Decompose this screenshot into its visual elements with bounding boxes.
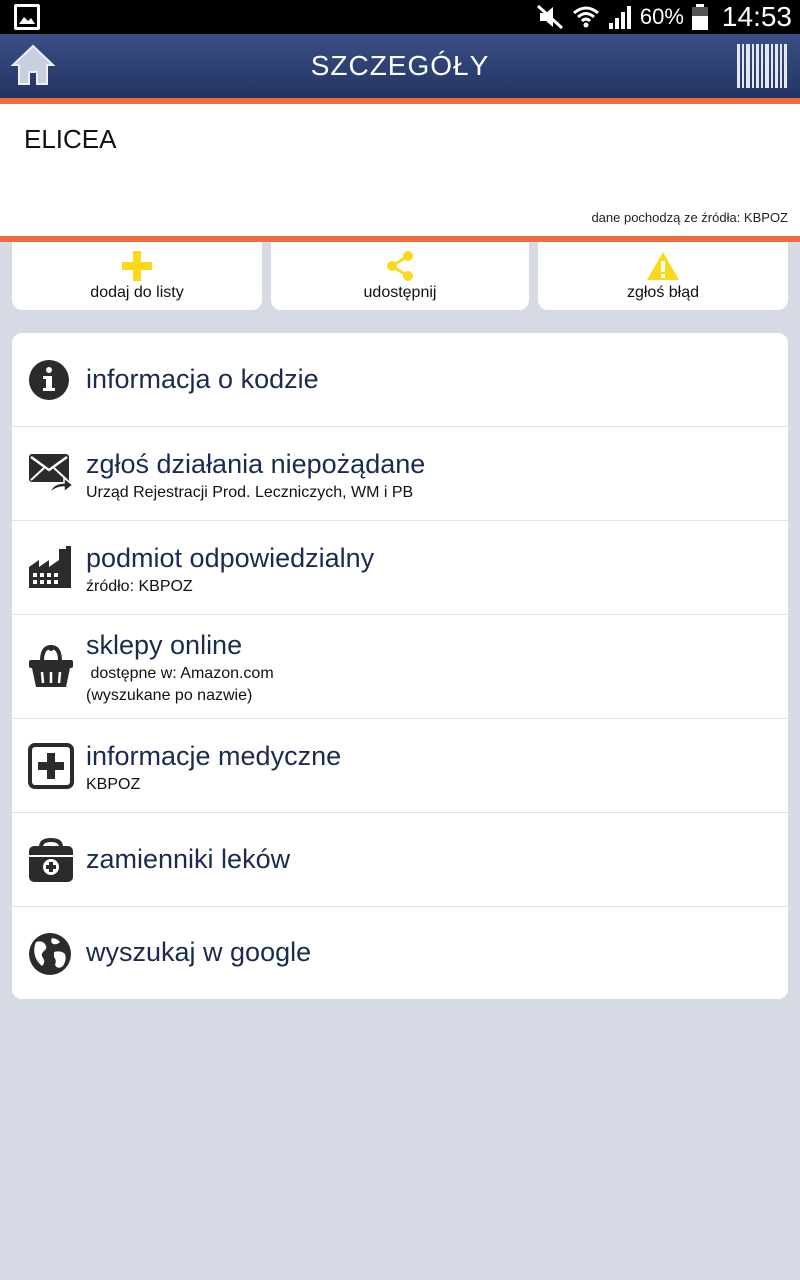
menu-item-title: zgłoś działania niepożądane bbox=[86, 449, 426, 479]
plus-icon bbox=[122, 251, 152, 281]
product-header: ELICEA dane pochodzą ze źródła: KBPOZ bbox=[0, 104, 800, 236]
menu-item-title: podmiot odpowiedzialny bbox=[86, 543, 375, 573]
menu-item-subtitle: źródło: KBPOZ bbox=[86, 578, 193, 595]
menu-item-title: sklepy online bbox=[86, 630, 243, 660]
signal-icon bbox=[608, 6, 631, 29]
warning-icon bbox=[647, 252, 679, 280]
battery-icon bbox=[691, 4, 708, 30]
medical-plus-icon bbox=[28, 743, 74, 789]
barcode-scan-button[interactable] bbox=[736, 44, 788, 93]
info-icon bbox=[29, 360, 69, 400]
share-button[interactable]: udostępnij bbox=[271, 242, 529, 310]
wifi-icon bbox=[572, 6, 599, 28]
mute-icon bbox=[536, 4, 563, 30]
menu-item-search-google[interactable]: wyszukaj w google bbox=[12, 907, 788, 999]
report-error-label: zgłoś błąd bbox=[626, 284, 700, 301]
menu-item-medical-info[interactable]: informacje medyczne KBPOZ bbox=[12, 719, 788, 813]
share-label: udostępnij bbox=[363, 284, 437, 301]
add-to-list-label: dodaj do listy bbox=[90, 284, 184, 301]
factory-icon bbox=[29, 546, 71, 588]
app-bar: SZCZEGÓŁY bbox=[0, 34, 800, 98]
menu-item-adverse-effects[interactable]: zgłoś działania niepożądane Urząd Rejest… bbox=[12, 427, 788, 521]
menu-item-title: informacja o kodzie bbox=[86, 364, 319, 394]
menu-item-subtitle: Urząd Rejestracji Prod. Leczniczych, WM … bbox=[86, 484, 414, 501]
menu-item-subtitle: dostępne w: Amazon.com bbox=[86, 665, 274, 682]
menu-item-title: wyszukaj w google bbox=[86, 937, 312, 967]
menu-item-title: informacje medyczne bbox=[86, 741, 342, 771]
barcode-icon bbox=[737, 44, 787, 88]
report-error-button[interactable]: zgłoś błąd bbox=[538, 242, 788, 310]
status-bar: 60% 14:53 bbox=[0, 0, 800, 34]
menu-item-subtitle-secondary: (wyszukane po nazwie) bbox=[86, 687, 253, 704]
page-title: SZCZEGÓŁY bbox=[310, 50, 490, 81]
details-menu: informacja o kodzie zgłoś działania niep… bbox=[12, 333, 788, 999]
menu-item-online-shops[interactable]: sklepy online dostępne w: Amazon.com (wy… bbox=[12, 615, 788, 719]
product-name: ELICEA bbox=[24, 124, 117, 154]
globe-icon bbox=[29, 933, 71, 975]
menu-item-responsible-entity[interactable]: podmiot odpowiedzialny źródło: KBPOZ bbox=[12, 521, 788, 615]
medical-bag-icon bbox=[29, 837, 73, 882]
clock: 14:53 bbox=[721, 1, 792, 32]
basket-icon bbox=[29, 644, 73, 687]
gallery-notification-icon bbox=[14, 4, 40, 30]
share-icon bbox=[387, 251, 413, 281]
mail-forward-icon bbox=[29, 454, 74, 495]
menu-item-title: zamienniki leków bbox=[86, 844, 291, 874]
add-to-list-button[interactable]: dodaj do listy bbox=[12, 242, 262, 310]
menu-item-code-info[interactable]: informacja o kodzie bbox=[12, 333, 788, 427]
battery-percent: 60% bbox=[639, 4, 684, 29]
menu-item-subtitle: KBPOZ bbox=[86, 776, 141, 793]
menu-item-drug-substitutes[interactable]: zamienniki leków bbox=[12, 813, 788, 907]
data-source-note: dane pochodzą ze źródła: KBPOZ bbox=[591, 210, 788, 225]
